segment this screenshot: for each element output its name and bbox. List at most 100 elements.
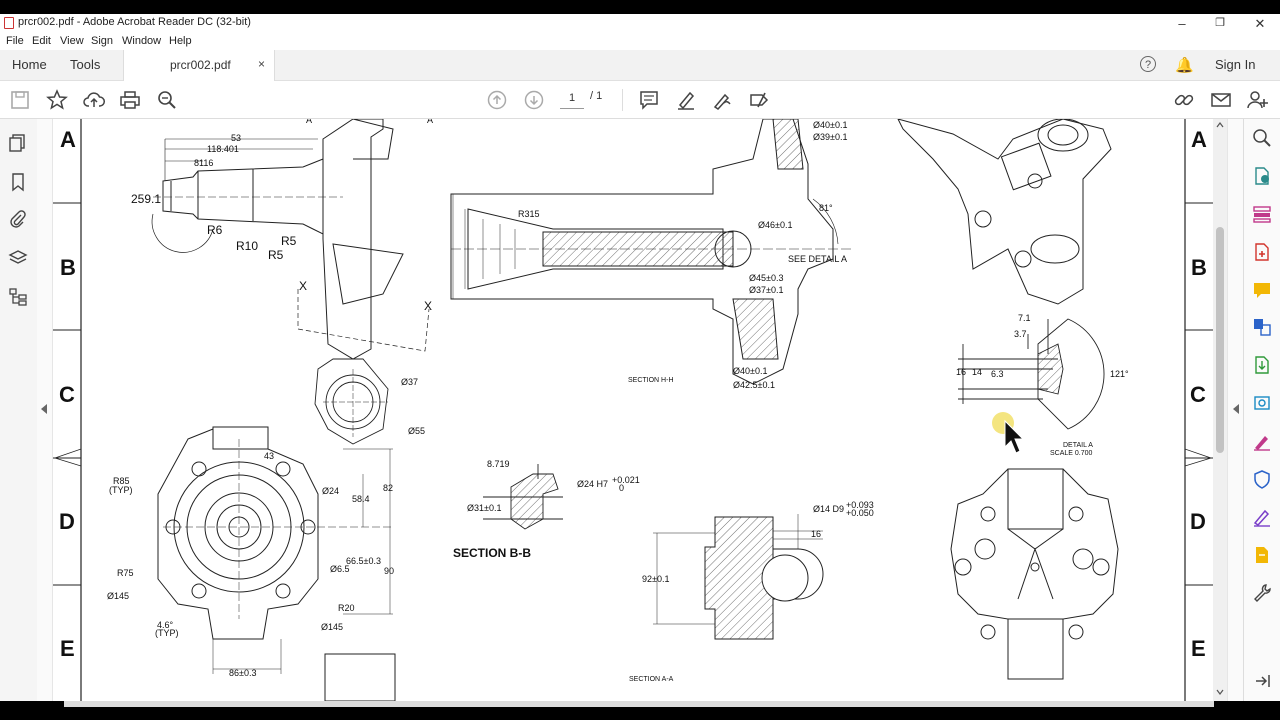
scan-ocr-icon[interactable] [1252,393,1272,413]
dia-46: Ø46±0.1 [758,220,792,230]
dim-16: 16 [811,529,821,539]
email-icon[interactable] [1210,89,1232,111]
menu-file[interactable]: File [6,35,24,47]
attachments-icon[interactable] [8,209,28,229]
typ-label-1: (TYP) [109,485,133,495]
detail-a-title: DETAIL A [1063,442,1093,449]
menu-window[interactable]: Window [122,35,161,47]
scroll-up-icon[interactable] [1216,122,1224,128]
dia-40-top: Ø40±0.1 [813,120,847,130]
sign-in-button[interactable]: Sign In [1215,57,1255,72]
content-tree-icon[interactable] [8,287,28,307]
section-a-a-label: SECTION A-A [629,676,674,683]
radius-r5-a: R5 [281,234,297,248]
pdf-app-icon [4,17,14,29]
create-pdf-icon[interactable] [1252,242,1272,262]
document-tab-label: prcr002.pdf [170,58,231,72]
dia-145-left: Ø145 [107,591,129,601]
export-pdf-icon[interactable] [1252,166,1272,186]
previous-page-icon[interactable] [486,89,508,111]
angle-81: 81° [819,203,833,213]
horizontal-scroll-thumb[interactable] [64,701,1214,707]
right-pane-collapse-handle[interactable] [1227,119,1244,701]
zone-label-left-e: E [60,636,75,661]
help-icon[interactable]: ? [1140,56,1156,72]
zone-label-left-a: A [60,127,76,152]
organize-pages-icon[interactable] [1252,204,1272,224]
add-user-icon[interactable] [1247,89,1269,111]
more-tools-wrench-icon[interactable] [1252,583,1272,603]
vertical-scrollbar[interactable] [1213,119,1227,701]
close-tab-icon[interactable]: × [258,57,265,71]
horizontal-scrollbar[interactable] [0,701,1280,720]
print-icon[interactable] [119,89,141,111]
radius-r315: R315 [518,209,540,219]
radius-r6: R6 [207,223,223,237]
drawing-border [53,119,1213,701]
comment-icon[interactable] [638,89,660,111]
section-mark-x-2: X [424,299,432,313]
menu-view[interactable]: View [60,35,84,47]
save-icon[interactable] [9,89,31,111]
dim-86: 86±0.3 [229,668,256,678]
upload-cloud-icon[interactable] [83,89,105,111]
typ-label-2: (TYP) [155,628,179,638]
menu-edit[interactable]: Edit [32,35,51,47]
scrollbar-thumb[interactable] [1216,227,1224,453]
dim-82: 82 [383,483,393,493]
bookmark-star-icon[interactable] [46,89,68,111]
collapse-tools-icon[interactable] [1252,671,1272,691]
isometric-view-bottom [950,468,1119,680]
left-pane-collapse-handle[interactable] [37,119,53,701]
notifications-bell-icon[interactable]: 🔔 [1175,56,1194,74]
request-signature-icon[interactable] [1252,507,1272,527]
edit-pdf-icon[interactable] [748,89,770,111]
highlight-pen-icon[interactable] [675,89,697,111]
zoom-icon[interactable] [1252,128,1272,148]
scroll-down-icon[interactable] [1216,689,1224,695]
compress-pdf-icon[interactable] [1252,355,1272,375]
zoom-search-icon[interactable] [156,89,178,111]
share-link-icon[interactable] [1173,89,1195,111]
page-thumbnails-icon[interactable] [8,133,28,153]
minimize-button[interactable]: – [1162,14,1202,33]
fill-sign-icon[interactable] [711,89,733,111]
zone-label-right-d: D [1190,509,1206,534]
dia-6-5: Ø6.5 [330,564,350,574]
document-view[interactable]: A B C D E A B C D E 53 118.401 8116 259.… [53,119,1213,701]
window-title: prcr002.pdf - Adobe Acrobat Reader DC (3… [18,16,251,28]
tab-home[interactable]: Home [12,57,47,72]
zone-label-right-b: B [1191,255,1207,280]
tab-document[interactable]: prcr002.pdf × [123,50,275,81]
layers-icon[interactable] [8,248,28,268]
section-h-h-label: SECTION H-H [628,377,674,384]
protect-shield-icon[interactable] [1252,469,1272,489]
bookmarks-icon[interactable] [8,172,28,192]
dim-259: 259.1 [131,192,161,206]
menu-sign[interactable]: Sign [91,35,113,47]
dia-145-bottom: Ø145 [321,622,343,632]
dim-6-3: 6.3 [991,369,1004,379]
dim-7-1: 7.1 [1018,313,1031,323]
section-x-x-view [314,358,389,445]
combine-files-icon[interactable] [1252,317,1272,337]
send-for-review-icon[interactable] [1252,545,1272,565]
fill-sign-tool-icon[interactable] [1252,431,1272,451]
restore-button[interactable]: ❐ [1200,14,1240,33]
comment-tool-icon[interactable] [1252,280,1272,300]
page-number-input[interactable]: 1 [560,89,584,109]
tolerance-lower-2: +0.050 [846,508,874,518]
dia-55: Ø55 [408,426,425,436]
page-total-label: / 1 [590,90,603,102]
dia-42-5: Ø42.5±0.1 [733,380,775,390]
radius-r20: R20 [338,603,355,613]
menu-bar: File Edit View Sign Window Help [0,33,1280,50]
next-page-icon[interactable] [523,89,545,111]
close-window-button[interactable]: ✕ [1240,14,1280,33]
dia-37: Ø37 [401,377,418,387]
see-detail-a-label: SEE DETAIL A [788,254,847,264]
tab-tools[interactable]: Tools [70,57,100,72]
main-toolbar: 1 / 1 [0,81,1280,119]
menu-help[interactable]: Help [169,35,192,47]
dia-45: Ø45±0.3 [749,273,783,283]
